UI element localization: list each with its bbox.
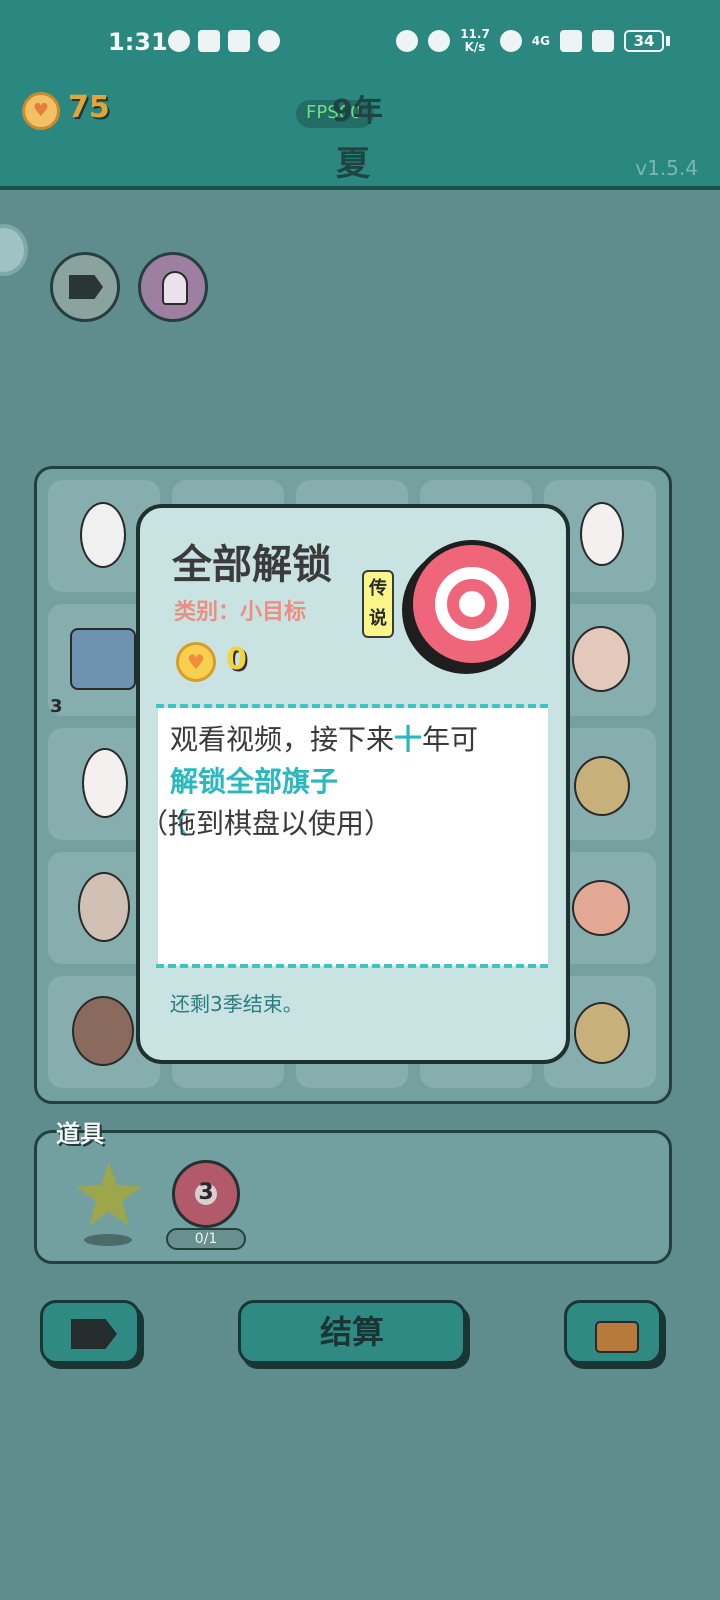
description-line-2: 解锁全部旗子: [170, 765, 339, 798]
target-icon: [408, 540, 536, 668]
rarity-badge: 传说: [362, 570, 394, 638]
card-category: 类别：小目标: [174, 600, 307, 625]
wifi-icon: [499, 30, 522, 52]
timer-badge-icon[interactable]: [0, 224, 28, 276]
star-shadow: [84, 1234, 132, 1246]
desc-highlight: 十: [394, 723, 423, 756]
coin-icon: [176, 642, 216, 682]
description-line-3: （（拖到棋盘以使用）: [154, 802, 392, 842]
description-line-1: 观看视频，接下来十年可: [170, 718, 478, 758]
coin-icon: [22, 92, 60, 130]
desc-text: （拖到棋盘以使用）: [154, 807, 393, 840]
year-label: 9年: [332, 94, 383, 129]
signal-x-icon: [592, 30, 614, 52]
weibo-icon: [198, 30, 220, 52]
card-cost: 0: [226, 642, 247, 677]
target-ring: [435, 567, 509, 641]
chick-icon: [574, 756, 630, 816]
battery-nub: [666, 36, 670, 46]
battery-indicator: 34: [624, 30, 664, 52]
grandpa-icon: [572, 626, 630, 692]
net-speed-unit: K/s: [464, 40, 486, 54]
alarm-icon: [428, 30, 451, 52]
dashed-divider-bottom: [156, 964, 548, 968]
card-title: 全部解锁: [172, 542, 332, 588]
target-prop-count: 3: [198, 1180, 214, 1205]
target-usage: 0/1: [166, 1228, 246, 1250]
target-center: [459, 591, 485, 617]
header-divider: [0, 186, 720, 190]
exit-button[interactable]: [40, 1300, 140, 1364]
cell-count: 3: [50, 696, 63, 717]
chick-icon: [574, 1002, 630, 1064]
network-type: 4G: [531, 33, 550, 48]
props-panel: [34, 1130, 672, 1264]
status-time: 1:31: [108, 28, 168, 56]
gold-bars-icon: [70, 628, 136, 690]
rabbit-icon: [580, 502, 624, 566]
mouse-icon: [78, 872, 130, 942]
notification-icons: [168, 30, 280, 52]
settle-button[interactable]: 结算: [238, 1300, 466, 1364]
panda-icon: [80, 502, 126, 568]
monkey-icon: [72, 996, 134, 1066]
peach-icon: [572, 880, 630, 936]
briefcase-icon: [595, 1321, 639, 1353]
rabbit-icon: [82, 748, 128, 818]
exit-tag-icon: [71, 1319, 117, 1349]
season-label: 夏: [336, 144, 370, 184]
alipay-icon: [228, 30, 250, 52]
net-speed-value: 11.7: [460, 27, 490, 41]
version-label: v1.5.4: [635, 156, 698, 180]
ghost-icon: [162, 271, 188, 305]
bag-button[interactable]: [564, 1300, 662, 1364]
desc-text: 观看视频，接下来: [170, 723, 395, 756]
props-label: 道具: [56, 1120, 104, 1148]
coin-count: 75: [68, 90, 110, 125]
tag-x-icon: [69, 275, 103, 299]
signal-icon: [560, 30, 582, 52]
desc-text: 年可: [422, 723, 479, 756]
net-speed: 11.7 K/s: [460, 28, 490, 54]
remaining-hint: 还剩3季结束。: [170, 992, 303, 1016]
remove-tag-button[interactable]: [50, 252, 120, 322]
shield-icon: [258, 30, 280, 52]
system-icons: 11.7 K/s 4G 34: [396, 28, 670, 54]
status-bar: 1:31 11.7 K/s 4G 34: [0, 22, 720, 68]
eye-icon: [396, 30, 419, 52]
ghost-button[interactable]: [138, 252, 208, 322]
wechat-icon: [168, 30, 190, 52]
